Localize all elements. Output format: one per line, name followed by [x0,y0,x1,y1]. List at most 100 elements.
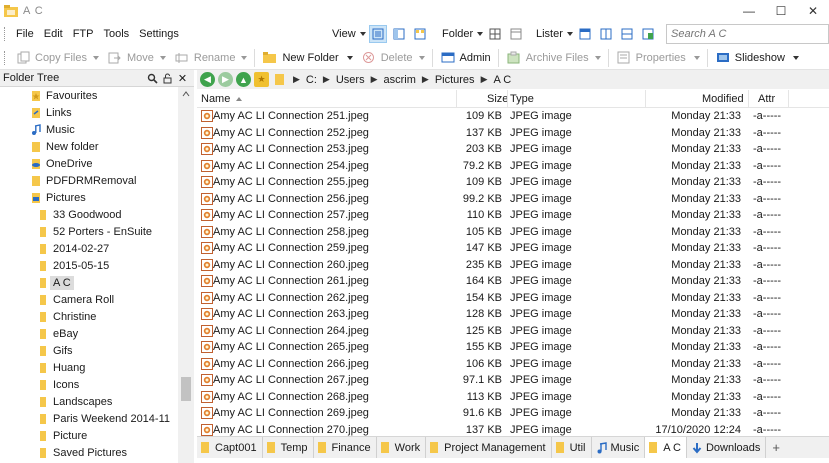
details-view-icon[interactable] [368,25,387,43]
back-arrow-icon[interactable]: ◀ [200,72,215,87]
menu-edit[interactable]: Edit [39,28,68,40]
table-row[interactable]: Amy AC LI Connection 257.jpeg 110 KB JPEG … [197,207,829,224]
table-row[interactable]: Amy AC LI Connection 260.jpeg 235 KB JPEG … [197,257,829,274]
table-row[interactable]: Amy AC LI Connection 266.jpeg 106 KB JPEG … [197,356,829,373]
tab-project-management[interactable]: Project Management [426,437,552,458]
tab-finance[interactable]: Finance [314,437,377,458]
column-name[interactable]: Name [201,93,243,105]
view-dropdown[interactable]: View [332,28,366,40]
table-row[interactable]: Amy AC LI Connection 268.jpeg 113 KB JPEG … [197,389,829,406]
table-row[interactable]: Amy AC LI Connection 254.jpeg 79.2 KB JPEG… [197,158,829,175]
tree-item-pdfdrmremoval[interactable]: PDFDRMRemoval [30,172,136,189]
table-row[interactable]: Amy AC LI Connection 259.jpeg 147 KB JPEG … [197,240,829,257]
copy-files-button[interactable]: Copy Files [11,47,103,69]
breadcrumb-pictures[interactable]: Pictures [432,74,478,86]
tree-item-2015-05-15[interactable]: 2015-05-15 [37,257,109,274]
column-divider[interactable] [507,90,508,108]
table-row[interactable]: Amy AC LI Connection 258.jpeg 105 KB JPEG … [197,224,829,241]
dual-horizontal-icon[interactable] [597,25,615,43]
tree-item-33-goodwood[interactable]: 33 Goodwood [37,206,122,223]
tree-item-icons[interactable]: Icons [37,376,79,393]
column-divider[interactable] [748,90,749,108]
tree-close-icon[interactable]: ✕ [175,71,190,86]
tree-item-christine[interactable]: Christine [37,308,96,325]
column-attr[interactable]: Attr [758,93,775,105]
move-button[interactable]: Move [103,47,170,69]
table-row[interactable]: Amy AC LI Connection 262.jpeg 154 KB JPEG … [197,290,829,307]
breadcrumb-a-c[interactable]: A C [490,74,514,86]
tab-music[interactable]: Music [592,437,646,458]
column-divider[interactable] [456,90,457,108]
tree-item-pictures[interactable]: Pictures [30,189,86,206]
admin-button[interactable]: Admin [436,47,495,69]
properties-button[interactable]: Properties [612,47,704,69]
menu-file[interactable]: File [11,28,39,40]
breadcrumb-c-drive[interactable]: C: [303,74,320,86]
tab-work[interactable]: Work [377,437,427,458]
table-row[interactable]: Amy AC LI Connection 263.jpeg 128 KB JPEG … [197,306,829,323]
column-divider[interactable] [645,90,646,108]
menu-tools[interactable]: Tools [98,28,134,40]
table-row[interactable]: Amy AC LI Connection 256.jpeg 99.2 KB JPEG… [197,191,829,208]
tab-util[interactable]: Util [552,437,592,458]
tree-item-camera-roll[interactable]: Camera Roll [37,291,114,308]
table-row[interactable]: Amy AC LI Connection 264.jpeg 125 KB JPEG … [197,323,829,340]
menu-settings[interactable]: Settings [134,28,184,40]
tree-item-onedrive[interactable]: OneDrive [30,155,92,172]
up-arrow-icon[interactable]: ▲ [236,72,251,87]
table-row[interactable]: Amy AC LI Connection 265.jpeg 155 KB JPEG … [197,339,829,356]
table-row[interactable]: Amy AC LI Connection 261.jpeg 164 KB JPEG … [197,273,829,290]
tree-item-52-porters[interactable]: 52 Porters - EnSuite [37,223,152,240]
column-divider[interactable] [788,90,789,108]
tree-scroll-thumb[interactable] [181,377,191,401]
archive-files-button[interactable]: Archive Files [502,47,605,69]
tab-downloads[interactable]: Downloads [687,437,767,458]
tree-item-picture[interactable]: Picture [37,427,87,444]
menu-ftp[interactable]: FTP [68,28,99,40]
command-toolbar-grip[interactable] [4,50,7,65]
close-button[interactable]: ✕ [797,0,829,22]
tree-item-links[interactable]: Links [30,104,72,121]
tree-item-2014-02-27[interactable]: 2014-02-27 [37,240,109,257]
breadcrumb-ascrim[interactable]: ascrim [381,74,419,86]
tab-capt001[interactable]: Capt001 [197,437,263,458]
folder-dropdown[interactable]: Folder [442,28,484,40]
minimize-button[interactable]: — [733,0,765,22]
search-input[interactable] [667,28,807,40]
single-pane-icon[interactable] [576,25,594,43]
tree-item-new-folder[interactable]: New folder [30,138,99,155]
tree-search-icon[interactable] [145,71,160,86]
column-type[interactable]: Type [510,93,534,105]
tree-lock-icon[interactable] [160,71,175,86]
column-modified[interactable]: Modified [702,93,744,105]
tree-view-icon[interactable] [390,25,408,43]
table-row[interactable]: Amy AC LI Connection 253.jpeg 203 KB JPEG … [197,141,829,158]
viewer-pane-icon[interactable] [639,25,657,43]
tree-item-ebay[interactable]: eBay [37,325,78,342]
table-row[interactable]: Amy AC LI Connection 255.jpeg 109 KB JPEG … [197,174,829,191]
tree-scrollbar[interactable] [178,87,194,463]
slideshow-button[interactable]: Slideshow [711,47,803,69]
folder-grid-icon[interactable] [486,25,504,43]
delete-button[interactable]: Delete [357,47,429,69]
rename-button[interactable]: Rename [170,47,252,69]
search-box[interactable] [666,24,829,44]
table-row[interactable]: Amy AC LI Connection 269.jpeg 91.6 KB JPEG… [197,405,829,422]
tab-a-c[interactable]: A C [645,437,687,458]
add-tab-button[interactable]: + [766,437,786,458]
new-folder-button[interactable]: New Folder [258,47,356,69]
tree-item-music[interactable]: Music [30,121,75,138]
table-row[interactable]: Amy AC LI Connection 267.jpeg 97.1 KB JPEG… [197,372,829,389]
maximize-button[interactable]: ☐ [765,0,797,22]
table-row[interactable]: Amy AC LI Connection 251.jpeg 109 KB JPEG … [197,108,829,125]
tab-temp[interactable]: Temp [263,437,314,458]
thumbnail-view-icon[interactable] [411,25,429,43]
scroll-up-icon[interactable] [178,87,194,101]
forward-arrow-icon[interactable]: ▶ [218,72,233,87]
favourite-star-icon[interactable]: ★ [254,72,269,87]
column-size[interactable]: Size [487,93,508,105]
table-row[interactable]: Amy AC LI Connection 270.jpeg 137 KB JPEG … [197,422,829,437]
tree-item-a-c[interactable]: A C [37,274,74,291]
tree-item-huang[interactable]: Huang [37,359,85,376]
tree-item-landscapes[interactable]: Landscapes [37,393,112,410]
